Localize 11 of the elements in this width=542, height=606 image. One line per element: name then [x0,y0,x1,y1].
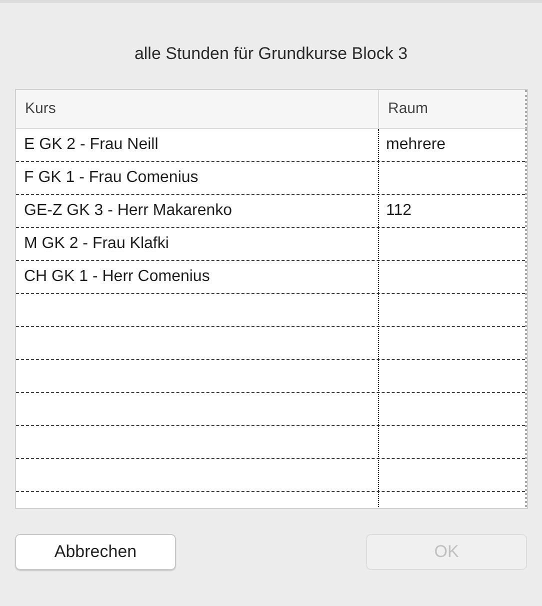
column-header[interactable]: Raum [378,90,525,128]
table-cell: E GK 2 - Frau Neill [24,136,158,153]
table-cell: 112 [386,202,412,219]
table-cell: CH GK 1 - Herr Comenius [24,268,210,285]
table-cell: F GK 1 - Frau Comenius [24,169,198,186]
dialog-title: alle Stunden für Grundkurse Block 3 [133,43,409,65]
table-cell: GE-Z GK 3 - Herr Makarenko [24,202,232,219]
table-cell: M GK 2 - Frau Klafki [24,235,169,252]
cancel-button[interactable]: Abbrechen [15,534,176,570]
table-cell: mehrere [386,136,446,153]
column-header[interactable]: Kurs [16,90,378,128]
